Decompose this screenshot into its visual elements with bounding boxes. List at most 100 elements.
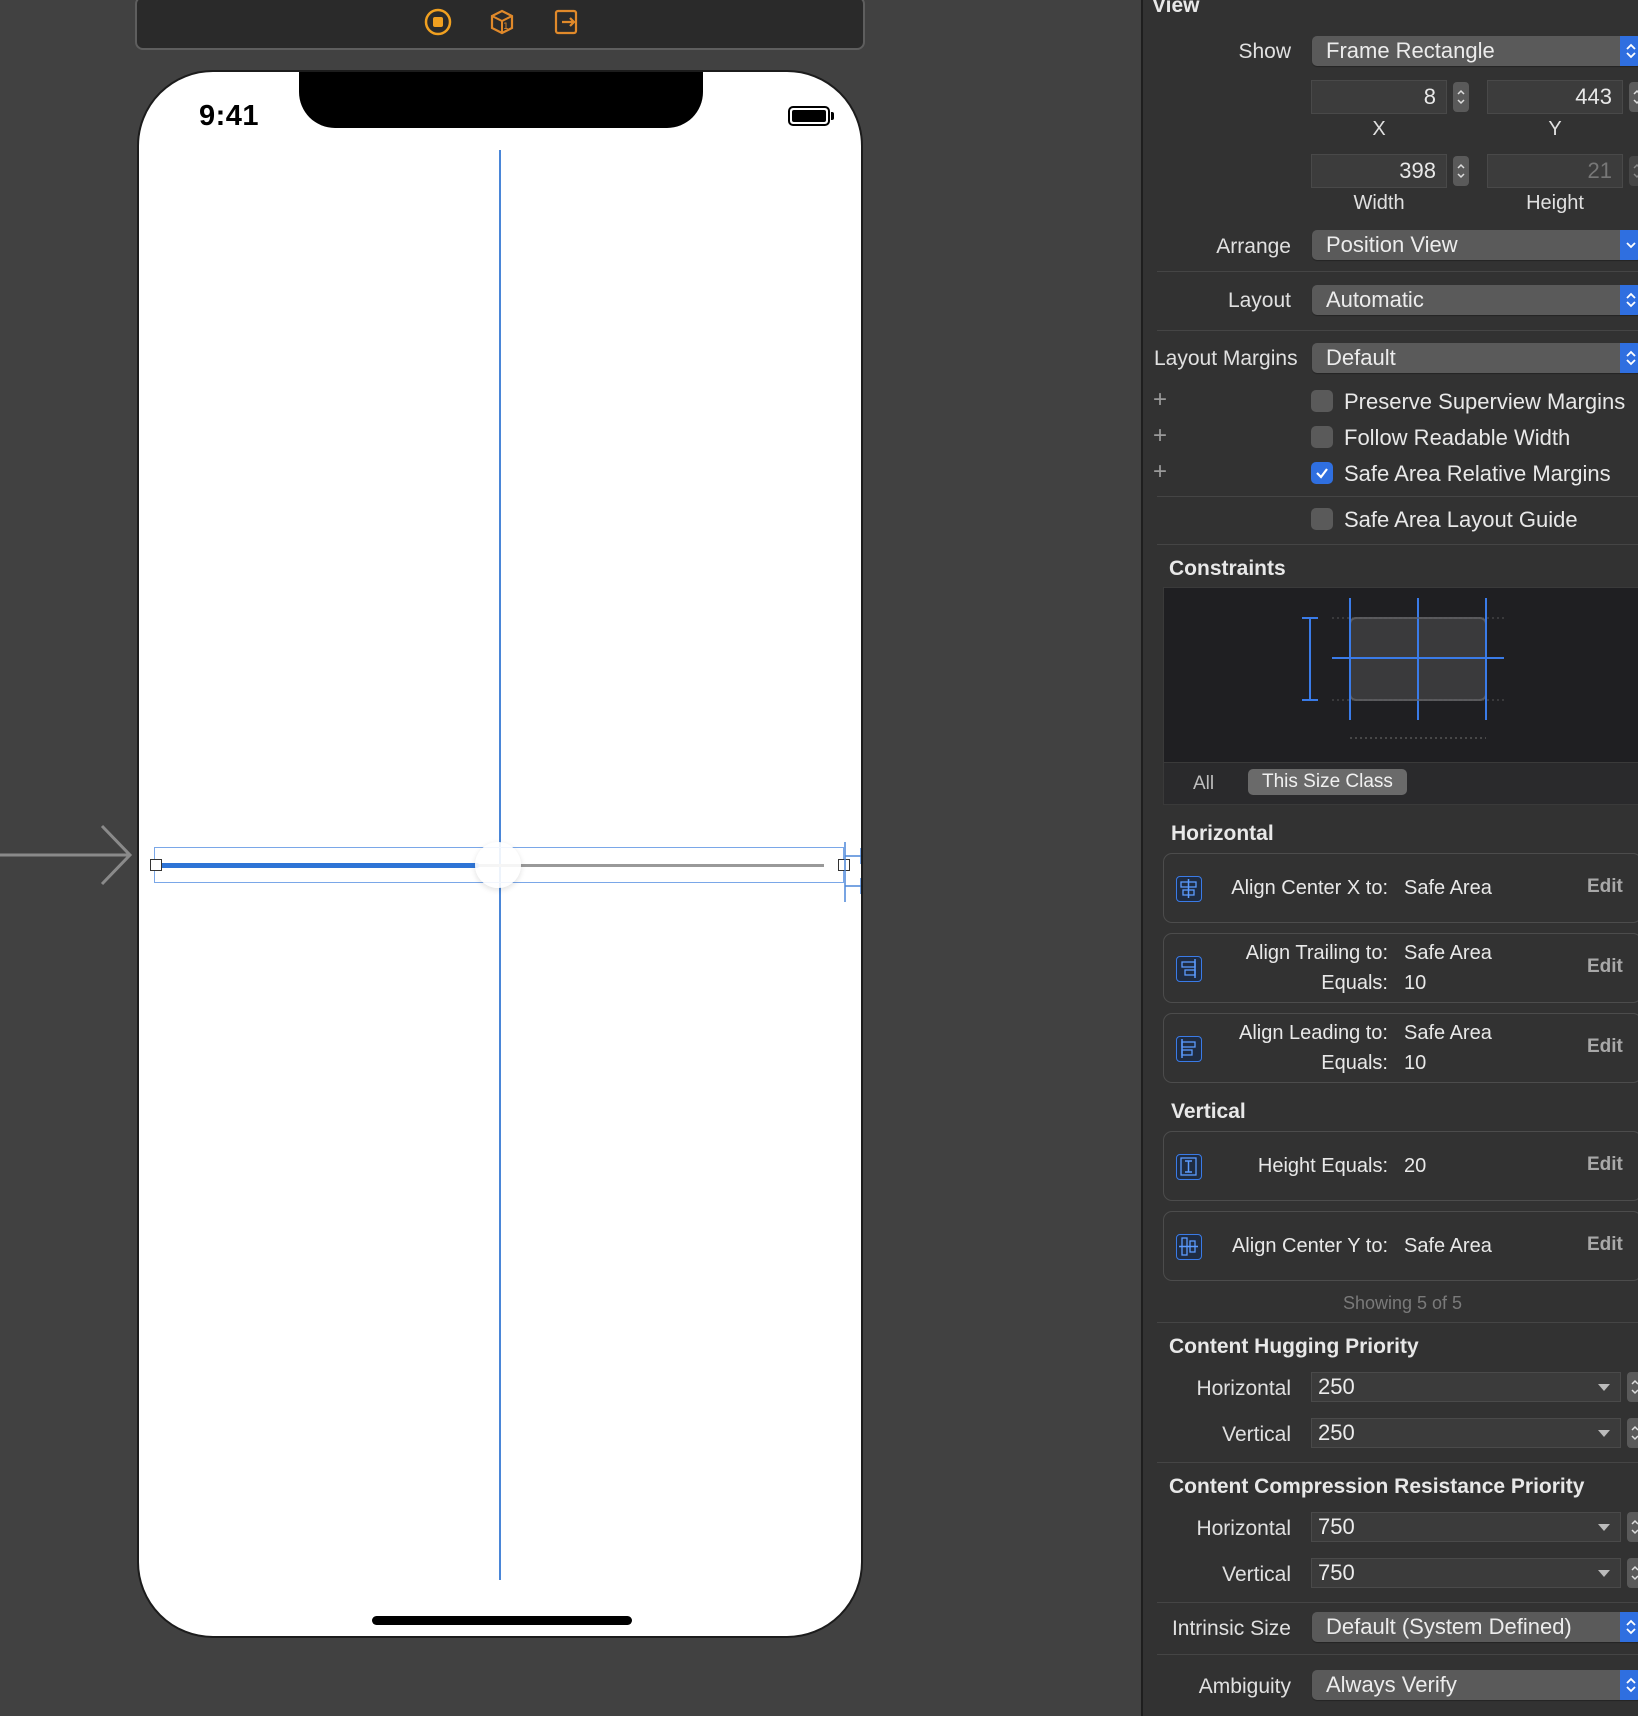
align-center-y-icon [1176, 1234, 1202, 1260]
constraint-card[interactable]: Align Trailing to: Safe Area Equals: 10 … [1163, 933, 1638, 1003]
hugging-vertical-label: Vertical [1222, 1423, 1291, 1446]
status-bar-time: 9:41 [199, 100, 260, 132]
intrinsic-size-popup-value: Default (System Defined) [1326, 1614, 1572, 1639]
show-label: Show [1238, 40, 1291, 63]
frame-x-field[interactable]: 8 [1311, 80, 1447, 114]
safe-area-relative-margins-label: Safe Area Relative Margins [1344, 461, 1611, 486]
compression-vertical-stepper[interactable] [1627, 1558, 1638, 1588]
divider [1157, 1602, 1638, 1603]
divider [1157, 271, 1638, 272]
intrinsic-size-label: Intrinsic Size [1171, 1617, 1291, 1640]
constraint-value: Safe Area [1404, 877, 1492, 899]
hugging-vertical-combo[interactable]: 250 [1311, 1418, 1621, 1448]
constraint-key: Align Center X to: [1231, 877, 1388, 899]
chevron-updown-icon [1620, 1612, 1638, 1642]
view-section-title: View [1152, 0, 1200, 17]
constraints-count: Showing 5 of 5 [1342, 1293, 1463, 1313]
trailing-constraint-mark [844, 842, 861, 902]
show-popup[interactable]: Frame Rectangle [1312, 36, 1638, 66]
ambiguity-label: Ambiguity [1198, 1675, 1291, 1698]
edit-constraint-button[interactable]: Edit [1587, 956, 1623, 978]
frame-y-field[interactable]: 443 [1487, 80, 1623, 114]
constraint-value: Safe Area [1404, 942, 1492, 964]
compression-horizontal-label: Horizontal [1196, 1517, 1291, 1540]
frame-width-field[interactable]: 398 [1311, 154, 1447, 188]
constraint-value: 20 [1404, 1155, 1427, 1177]
constraint-card[interactable]: Align Center Y to: Safe Area Edit [1163, 1211, 1638, 1281]
frame-x-stepper[interactable] [1453, 82, 1469, 112]
horizontal-title: Horizontal [1171, 822, 1274, 845]
constraint-key: Equals: [1321, 972, 1388, 994]
segment-all[interactable]: All [1193, 773, 1214, 795]
frame-height-stepper[interactable] [1629, 156, 1638, 186]
constraint-value: 10 [1404, 1052, 1427, 1074]
scene-dock: 1 [135, 0, 865, 50]
vertical-title: Vertical [1171, 1100, 1246, 1123]
frame-width-stepper[interactable] [1453, 156, 1469, 186]
first-responder-icon[interactable]: 1 [487, 7, 517, 37]
ambiguity-popup[interactable]: Always Verify [1312, 1670, 1638, 1700]
layout-margins-popup-value: Default [1326, 345, 1396, 370]
compression-resistance-title: Content Compression Resistance Priority [1169, 1475, 1585, 1498]
layout-popup[interactable]: Automatic [1312, 285, 1638, 315]
edit-constraint-button[interactable]: Edit [1587, 876, 1623, 898]
add-variation-plus-icon[interactable]: + [1153, 458, 1167, 486]
content-hugging-title: Content Hugging Priority [1169, 1335, 1419, 1358]
hugging-horizontal-stepper[interactable] [1627, 1372, 1638, 1402]
constraint-card[interactable]: Height Equals: 20 Edit [1163, 1131, 1638, 1201]
constraint-card[interactable]: Align Center X to: Safe Area Edit [1163, 853, 1638, 923]
size-inspector: View Show Frame Rectangle 8 443 X Y 398 … [1141, 0, 1638, 1716]
frame-y-stepper[interactable] [1629, 82, 1638, 112]
layout-label: Layout [1227, 289, 1291, 312]
preserve-superview-margins-checkbox[interactable] [1311, 390, 1333, 412]
arrange-popup[interactable]: Position View [1312, 230, 1638, 260]
add-variation-plus-icon[interactable]: + [1153, 386, 1167, 414]
frame-x-label: X [1372, 118, 1386, 140]
exit-icon[interactable] [551, 7, 581, 37]
divider [1157, 1322, 1638, 1323]
divider [1157, 496, 1638, 497]
height-constraint-icon [1176, 1154, 1202, 1180]
align-center-x-icon [1176, 876, 1202, 902]
storyboard-entry-point-arrow[interactable] [0, 820, 140, 890]
battery-cap [831, 112, 834, 120]
frame-height-field[interactable]: 21 [1487, 154, 1623, 188]
layout-popup-value: Automatic [1326, 287, 1424, 312]
safe-area-layout-guide-checkbox[interactable] [1311, 508, 1333, 530]
chevron-updown-icon [1620, 285, 1638, 315]
add-variation-plus-icon[interactable]: + [1153, 422, 1167, 450]
constraint-card[interactable]: Align Leading to: Safe Area Equals: 10 E… [1163, 1013, 1638, 1083]
edit-constraint-button[interactable]: Edit [1587, 1234, 1623, 1256]
constraints-diagram[interactable] [1163, 587, 1638, 763]
edit-constraint-button[interactable]: Edit [1587, 1154, 1623, 1176]
compression-horizontal-combo[interactable]: 750 [1311, 1512, 1621, 1542]
segment-this-size-class[interactable]: This Size Class [1248, 769, 1407, 795]
battery-icon [788, 106, 830, 126]
constraint-value: Safe Area [1404, 1235, 1492, 1257]
resize-handle-left[interactable] [150, 859, 162, 871]
constraint-key: Equals: [1321, 1052, 1388, 1074]
hugging-vertical-value: 250 [1318, 1420, 1355, 1445]
arrange-label: Arrange [1216, 235, 1291, 258]
compression-horizontal-stepper[interactable] [1627, 1512, 1638, 1542]
storyboard-canvas[interactable]: 1 9:41 [0, 0, 1141, 1716]
iphone-scene[interactable]: 9:41 [137, 70, 863, 1638]
divider [1157, 330, 1638, 331]
layout-margins-popup[interactable]: Default [1312, 343, 1638, 373]
safe-area-relative-margins-checkbox[interactable] [1311, 462, 1333, 484]
compression-vertical-value: 750 [1318, 1560, 1355, 1585]
compression-vertical-combo[interactable]: 750 [1311, 1558, 1621, 1588]
hugging-horizontal-label: Horizontal [1196, 1377, 1291, 1400]
constraint-key: Align Leading to: [1238, 1022, 1388, 1044]
slider-thumb[interactable] [475, 842, 521, 888]
view-controller-icon[interactable] [423, 7, 453, 37]
intrinsic-size-popup[interactable]: Default (System Defined) [1312, 1612, 1638, 1642]
hugging-vertical-stepper[interactable] [1627, 1418, 1638, 1448]
hugging-horizontal-combo[interactable]: 250 [1311, 1372, 1621, 1402]
follow-readable-width-checkbox[interactable] [1311, 426, 1333, 448]
compression-horizontal-value: 750 [1318, 1514, 1355, 1539]
constraint-key: Align Trailing to: [1245, 942, 1388, 964]
size-class-segmented: All This Size Class [1163, 763, 1638, 805]
slider-min-track [159, 863, 479, 868]
edit-constraint-button[interactable]: Edit [1587, 1036, 1623, 1058]
